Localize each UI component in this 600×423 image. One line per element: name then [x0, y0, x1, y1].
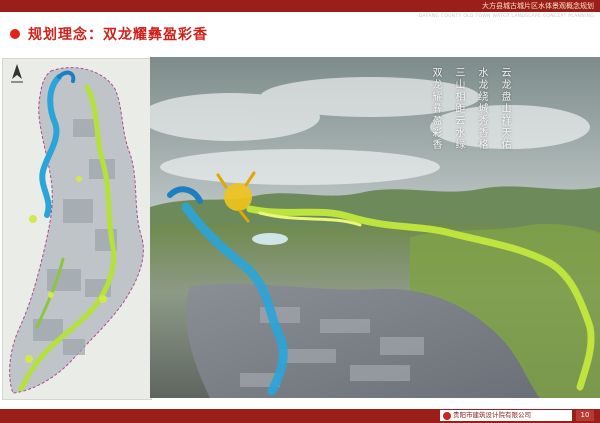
page-number: 10 [576, 410, 594, 421]
company-logo-icon [443, 412, 451, 420]
lake [252, 233, 288, 245]
section-heading-text: 规划理念：双龙耀彝盈彩香 [28, 27, 208, 43]
poem-line-2: 水龙绕城秀香格 [476, 67, 487, 151]
poem-line-1: 云龙盘山祥天佑 [499, 67, 510, 151]
site-plan-map [2, 58, 152, 400]
poem-line-3: 三山相距云水绿 [453, 67, 464, 151]
site-plan-drawing [9, 67, 144, 394]
aerial-illustration [150, 57, 600, 398]
document-subtitle: DAFANG COUNTY OLD TOWN WATER LANDSCAPE C… [418, 14, 594, 19]
red-dot-icon [10, 29, 20, 39]
footer-company-name: 贵阳市建筑设计院有限公司 [453, 411, 531, 419]
poem-line-4: 双龙耀彝盈彩香 [430, 67, 441, 151]
section-heading: 规划理念：双龙耀彝盈彩香 [10, 24, 208, 44]
north-arrow-icon [11, 64, 23, 83]
aerial-rendering: 云龙盘山祥天佑 水龙绕城秀香格 三山相距云水绿 双龙耀彝盈彩香 [150, 57, 600, 398]
poem-block: 云龙盘山祥天佑 水龙绕城秀香格 三山相距云水绿 双龙耀彝盈彩香 [420, 67, 512, 151]
document-title: 大方县城古城片区水体景观概念规划 [482, 2, 594, 10]
